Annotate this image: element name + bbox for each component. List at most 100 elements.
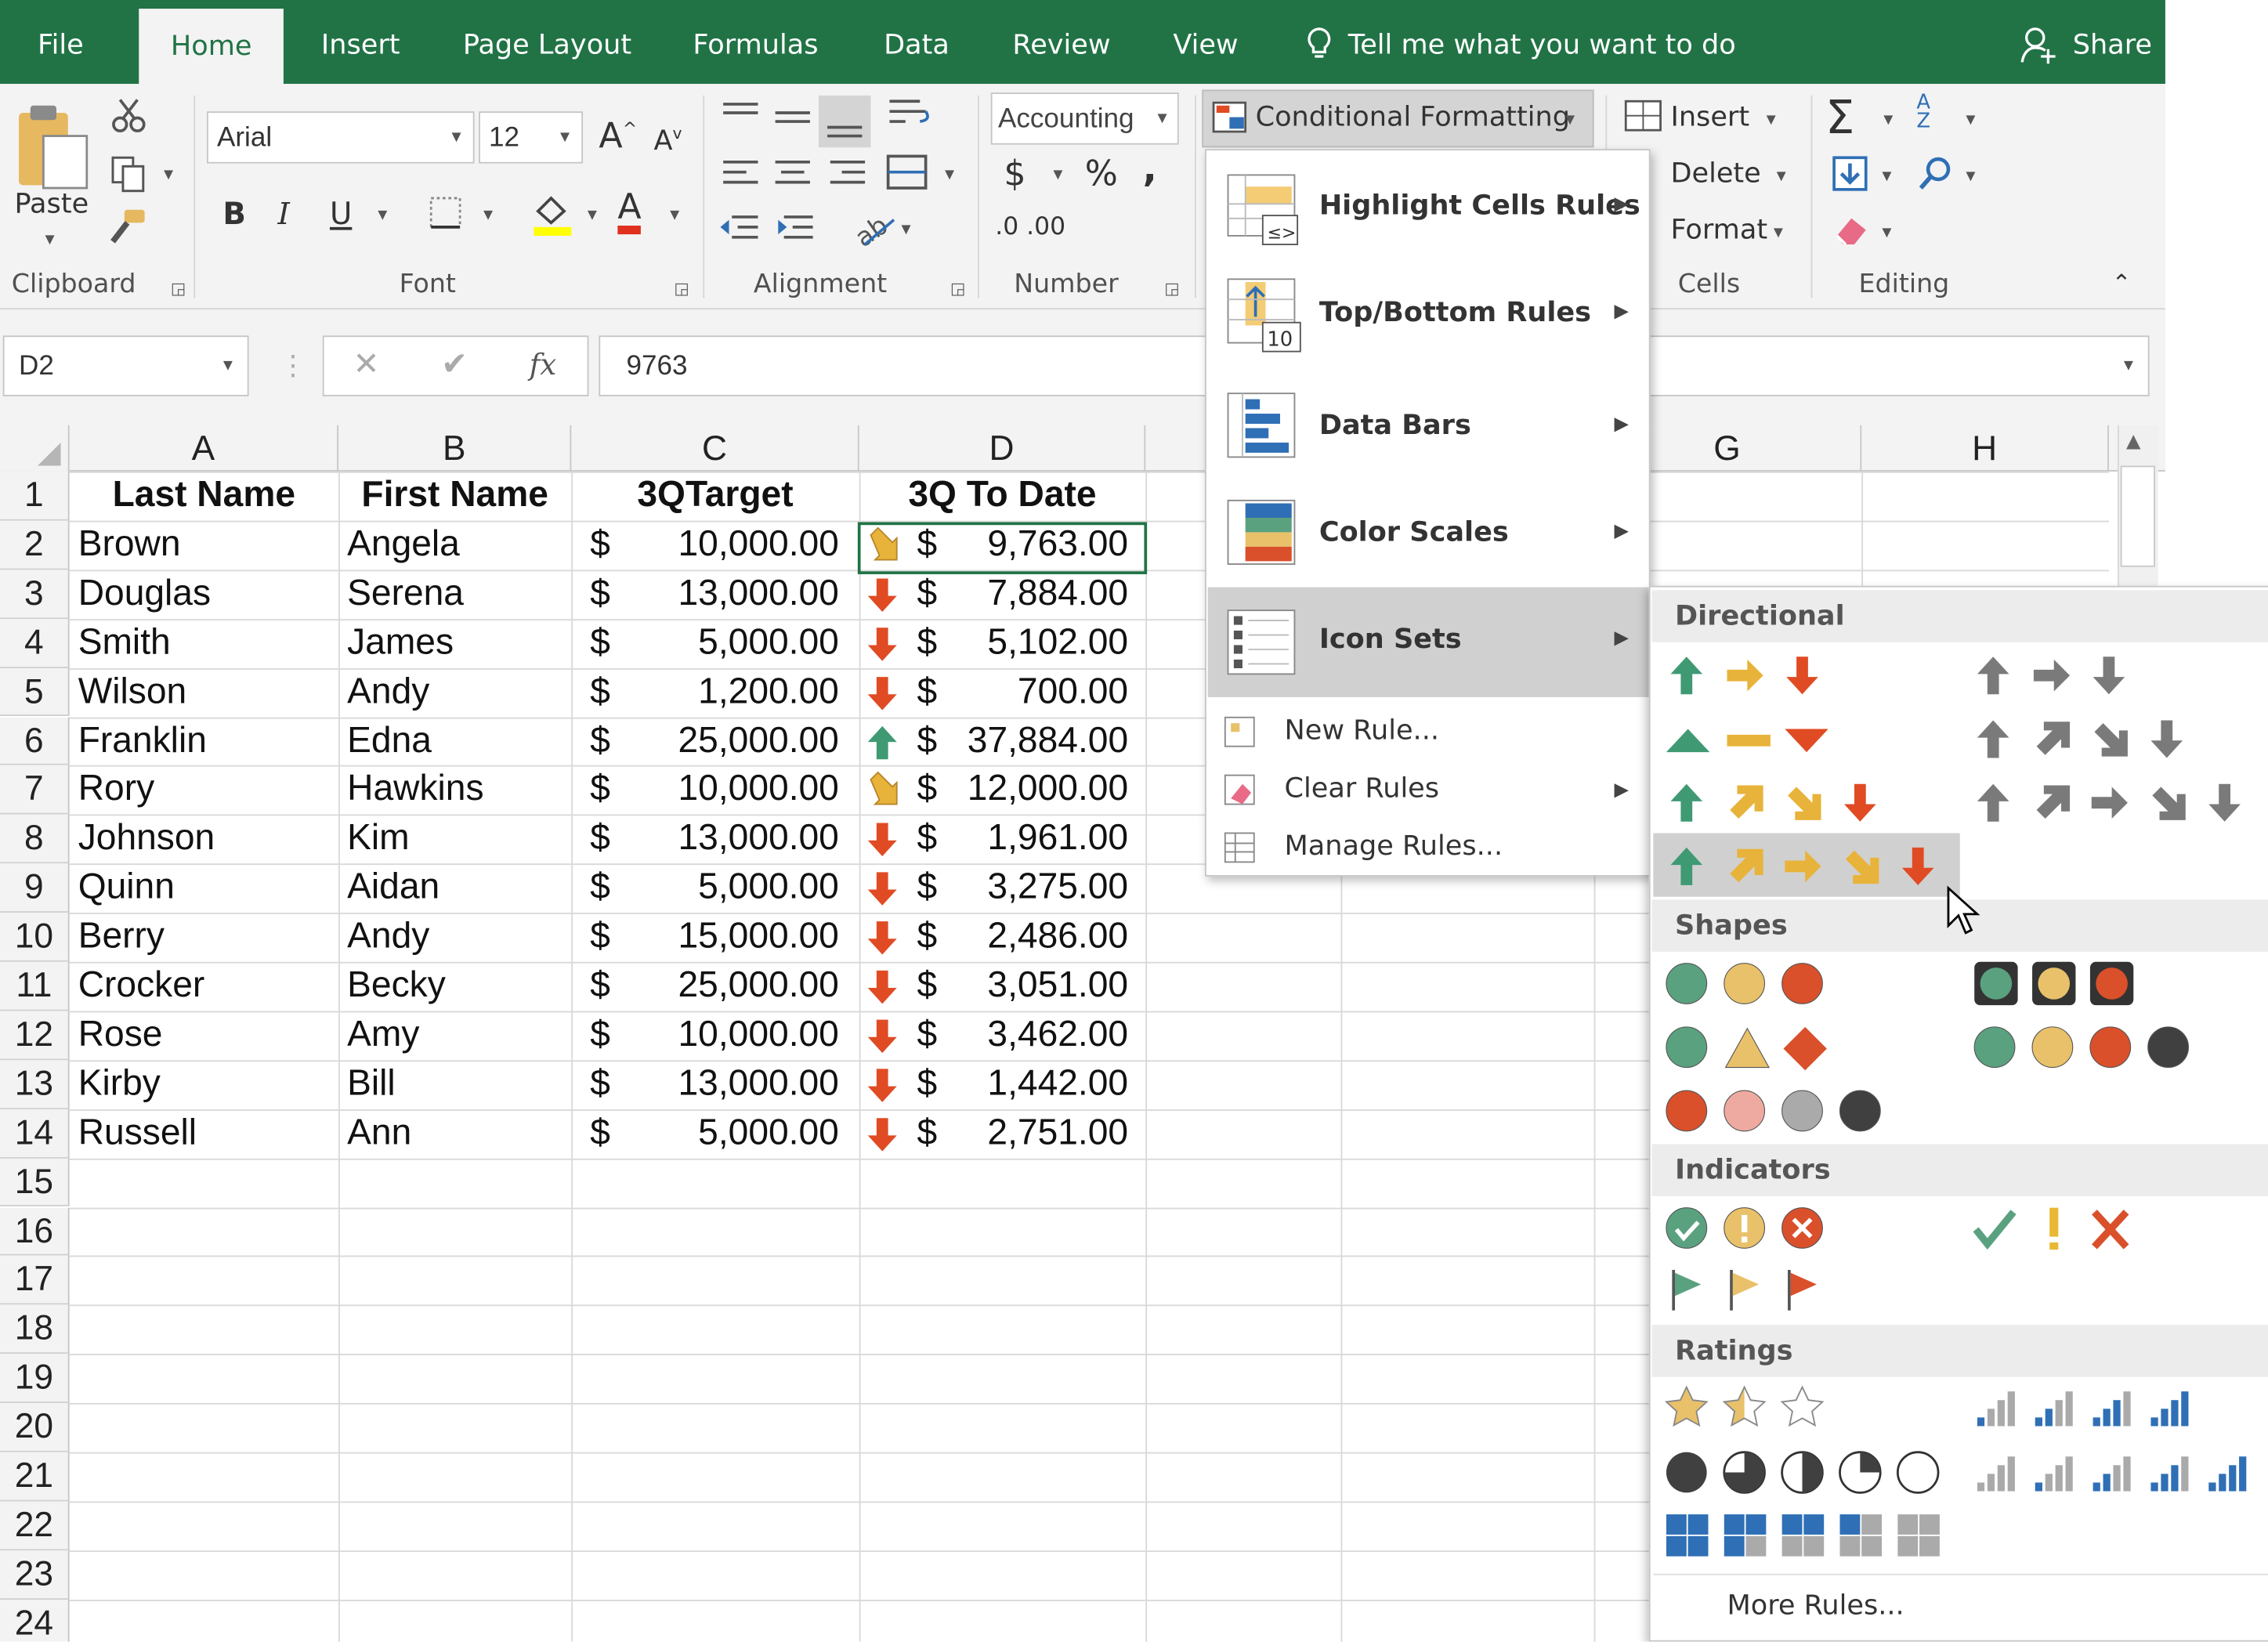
- bold-button[interactable]: B: [222, 197, 246, 231]
- orientation-icon[interactable]: ab: [851, 205, 897, 249]
- cell-3q-to-date[interactable]: 12,000.00: [940, 769, 1128, 811]
- cell-3q-to-date[interactable]: 700.00: [940, 671, 1128, 713]
- fill-color-icon[interactable]: [531, 191, 574, 237]
- more-rules-link[interactable]: More Rules...: [1727, 1590, 1904, 1622]
- cell-first-name[interactable]: Edna: [347, 720, 432, 762]
- clipboard-launcher-icon[interactable]: ◲: [171, 279, 186, 298]
- icon-set-5-arrows-colored[interactable]: [1666, 845, 1955, 891]
- column-header-b[interactable]: B: [338, 425, 572, 472]
- cell-3q-to-date[interactable]: 3,462.00: [940, 1014, 1128, 1056]
- menu-data-bars[interactable]: Data Bars ▶: [1208, 373, 1649, 480]
- collapse-ribbon-icon[interactable]: ⌃: [2112, 269, 2132, 296]
- row-header-24[interactable]: 24: [0, 1599, 70, 1642]
- menu-manage-rules[interactable]: Manage Rules...: [1208, 819, 1649, 877]
- column-header-h[interactable]: H: [1861, 425, 2109, 472]
- insert-cells-dropdown-icon[interactable]: ▼: [1763, 111, 1779, 128]
- tab-insert[interactable]: Insert: [321, 0, 400, 84]
- header-last-name[interactable]: Last Name: [70, 475, 338, 517]
- cell-3q-target[interactable]: 25,000.00: [622, 964, 839, 1007]
- name-box[interactable]: D2 ▼: [2, 335, 249, 396]
- icon-set-4-arrows-colored[interactable]: [1666, 781, 1897, 827]
- font-color-icon[interactable]: A: [617, 188, 642, 235]
- name-box-splitter[interactable]: ⋮: [279, 350, 306, 382]
- icon-set-red-to-black[interactable]: [1665, 1089, 1896, 1135]
- column-header-d[interactable]: D: [859, 425, 1146, 472]
- paste-clipboard-icon[interactable]: [14, 101, 89, 190]
- cell-first-name[interactable]: James: [347, 621, 454, 664]
- column-header-c[interactable]: C: [571, 425, 859, 472]
- insert-cells-icon[interactable]: [1623, 99, 1664, 133]
- cell-first-name[interactable]: Andy: [347, 671, 429, 713]
- icon-set-4-traffic-lights[interactable]: [1973, 1025, 2204, 1072]
- row-header-7[interactable]: 7: [0, 765, 70, 815]
- cell-3q-target[interactable]: 13,000.00: [622, 1063, 839, 1105]
- row-header-8[interactable]: 8: [0, 815, 70, 864]
- menu-icon-sets[interactable]: Icon Sets ▶: [1207, 587, 1649, 697]
- sort-filter-dropdown-icon[interactable]: ▼: [1962, 111, 1978, 128]
- row-header-11[interactable]: 11: [0, 961, 70, 1011]
- row-header-9[interactable]: 9: [0, 863, 70, 913]
- icon-set-3-triangles[interactable]: [1663, 723, 1851, 758]
- paste-button[interactable]: Paste: [14, 188, 89, 220]
- tab-view[interactable]: View: [1173, 0, 1238, 84]
- row-header-14[interactable]: 14: [0, 1109, 70, 1159]
- cell-last-name[interactable]: Franklin: [78, 720, 207, 762]
- row-header-1[interactable]: 1: [0, 471, 70, 521]
- cell-first-name[interactable]: Kim: [347, 818, 410, 860]
- row-header-2[interactable]: 2: [0, 520, 70, 570]
- borders-dropdown-icon[interactable]: ▼: [480, 207, 496, 224]
- cell-3q-target[interactable]: 10,000.00: [622, 769, 839, 811]
- icon-set-5-boxes[interactable]: [1665, 1513, 1954, 1559]
- scrollbar-thumb[interactable]: [2120, 465, 2155, 567]
- row-header-23[interactable]: 23: [0, 1550, 70, 1600]
- cell-3q-target[interactable]: 15,000.00: [622, 916, 839, 958]
- menu-top-bottom-rules[interactable]: 10 Top/Bottom Rules ▶: [1208, 260, 1649, 367]
- cell-3q-to-date[interactable]: 2,486.00: [940, 916, 1128, 958]
- cell-first-name[interactable]: Hawkins: [347, 769, 483, 811]
- merge-dropdown-icon[interactable]: ▼: [942, 166, 957, 183]
- cell-first-name[interactable]: Serena: [347, 573, 464, 615]
- menu-highlight-cells-rules[interactable]: ≤> Highlight Cells Rules ▶: [1208, 154, 1649, 261]
- orientation-wrap-icon[interactable]: [885, 96, 935, 136]
- percent-button[interactable]: %: [1085, 154, 1118, 194]
- format-painter-icon[interactable]: [107, 207, 150, 248]
- decrease-font-icon[interactable]: Av: [654, 125, 682, 157]
- delete-cells-dropdown-icon[interactable]: ▼: [1774, 168, 1789, 185]
- icon-set-3-arrows-colored[interactable]: [1666, 654, 1854, 700]
- row-header-22[interactable]: 22: [0, 1501, 70, 1550]
- number-format-box[interactable]: Accounting ▼: [990, 92, 1179, 145]
- paste-dropdown-icon[interactable]: ▼: [42, 231, 58, 248]
- cell-last-name[interactable]: Wilson: [78, 671, 187, 713]
- cell-3q-to-date[interactable]: 1,961.00: [940, 818, 1128, 860]
- cell-last-name[interactable]: Smith: [78, 621, 171, 664]
- cell-first-name[interactable]: Angela: [347, 523, 460, 566]
- comma-style-button[interactable]: ,: [1143, 147, 1157, 190]
- clear-eraser-icon[interactable]: [1831, 212, 1872, 247]
- tab-review[interactable]: Review: [1012, 0, 1110, 84]
- fill-down-icon[interactable]: [1831, 155, 1868, 193]
- cell-3q-target[interactable]: 10,000.00: [622, 523, 839, 566]
- cell-last-name[interactable]: Brown: [78, 523, 181, 566]
- cell-3q-to-date[interactable]: 5,102.00: [940, 621, 1128, 664]
- insert-cells-button[interactable]: Insert: [1670, 101, 1749, 133]
- icon-set-3-symbols-circled[interactable]: [1665, 1206, 1839, 1253]
- copy-dropdown-icon[interactable]: ▼: [161, 166, 176, 183]
- header-first-name[interactable]: First Name: [338, 475, 571, 517]
- clear-dropdown-icon[interactable]: ▼: [1879, 224, 1894, 241]
- column-header-a[interactable]: A: [70, 425, 339, 472]
- font-size-box[interactable]: 12 ▼: [479, 111, 584, 164]
- delete-cells-button[interactable]: Delete: [1670, 157, 1760, 190]
- icon-set-3-signs[interactable]: [1665, 1025, 1839, 1072]
- row-header-10[interactable]: 10: [0, 913, 70, 962]
- tab-file[interactable]: File: [38, 0, 84, 84]
- icon-set-5-ratings[interactable]: [1973, 1451, 2262, 1497]
- row-header-5[interactable]: 5: [0, 667, 70, 717]
- currency-dropdown-icon[interactable]: ▼: [1050, 166, 1065, 183]
- alignment-launcher-icon[interactable]: ◲: [950, 279, 965, 298]
- underline-dropdown-icon[interactable]: ▼: [374, 207, 390, 224]
- cell-3q-target[interactable]: 10,000.00: [622, 1014, 839, 1056]
- row-header-15[interactable]: 15: [0, 1158, 70, 1207]
- header-3q-to-date[interactable]: 3Q To Date: [859, 475, 1146, 517]
- underline-button[interactable]: U: [330, 197, 352, 231]
- cell-first-name[interactable]: Ann: [347, 1112, 411, 1154]
